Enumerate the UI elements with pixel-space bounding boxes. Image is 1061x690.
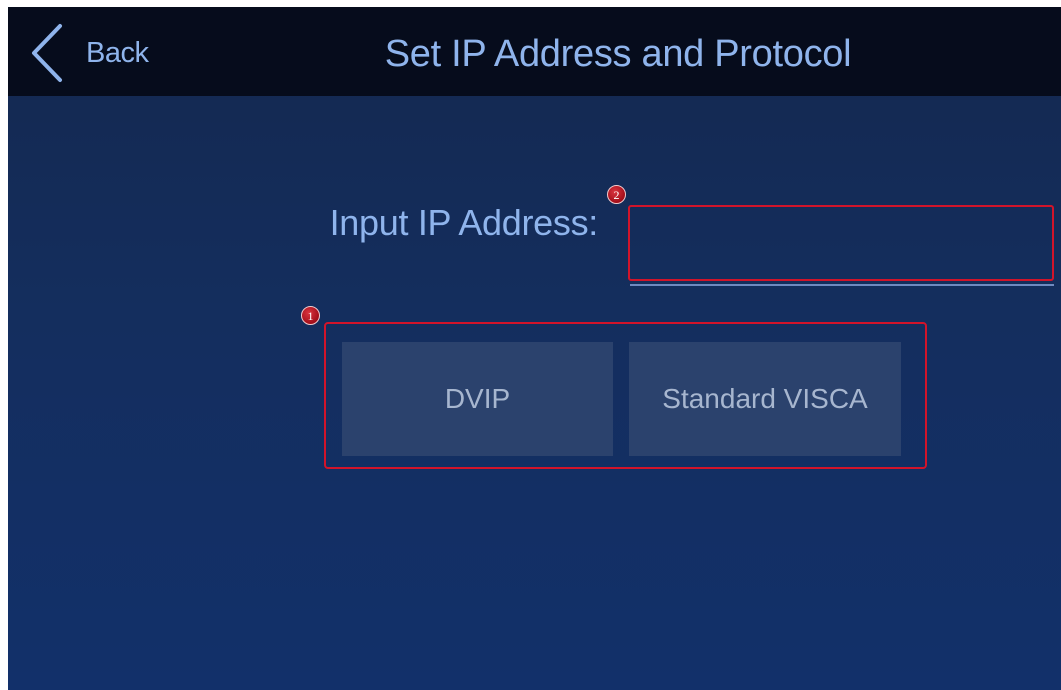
protocol-selector: DVIP Standard VISCA: [324, 322, 927, 469]
annotation-marker-1: 1: [301, 306, 320, 325]
app-screen: Back Set IP Address and Protocol Input I…: [8, 7, 1061, 690]
ip-address-label: Input IP Address:: [329, 202, 599, 243]
chevron-left-icon: [30, 23, 64, 83]
standard-visca-button[interactable]: Standard VISCA: [629, 342, 901, 456]
dvip-button[interactable]: DVIP: [342, 342, 613, 456]
header-bar: Back Set IP Address and Protocol: [8, 7, 1061, 96]
back-button[interactable]: Back: [30, 23, 149, 83]
page-title: Set IP Address and Protocol: [384, 33, 852, 75]
annotation-marker-2: 2: [607, 185, 626, 204]
ip-address-input[interactable]: [628, 205, 1054, 281]
ip-input-underline: [630, 284, 1054, 286]
back-label: Back: [86, 36, 149, 69]
